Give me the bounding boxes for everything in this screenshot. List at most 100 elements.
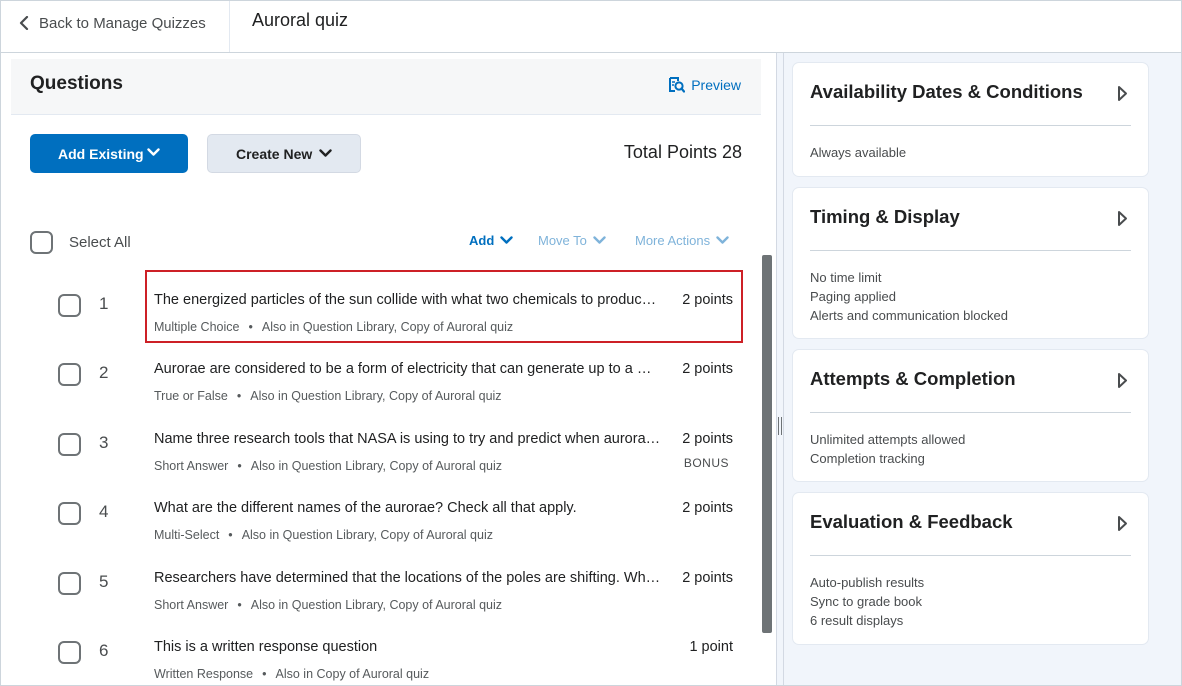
evaluation-feedback-card[interactable]: Evaluation & Feedback Auto-publish resul…	[792, 492, 1149, 645]
card-summary: No time limit Paging applied Alerts and …	[810, 268, 1008, 325]
card-summary-line: Always available	[810, 145, 907, 160]
card-divider	[810, 250, 1131, 251]
question-text[interactable]: Researchers have determined that the loc…	[154, 570, 662, 586]
question-also-in: Also in Question Library, Copy of Aurora…	[250, 459, 503, 473]
preview-label: Preview	[691, 76, 741, 93]
question-points: 2 points	[682, 500, 733, 516]
question-number: 1	[99, 294, 109, 313]
chevron-down-icon	[593, 236, 606, 244]
question-points: 2 points	[682, 431, 733, 447]
timing-display-card[interactable]: Timing & Display No time limit Paging ap…	[792, 187, 1149, 339]
question-row: 2 Aurorae are considered to be a form of…	[1, 349, 761, 411]
card-title: Availability Dates & Conditions	[810, 81, 1083, 102]
questions-scrollbar[interactable]	[762, 255, 772, 633]
question-points: 2 points	[682, 361, 733, 377]
card-summary-line: Auto-publish results	[810, 575, 925, 590]
question-number: 5	[99, 572, 109, 591]
question-meta: Written Response • Also in Copy of Auroral…	[154, 667, 430, 681]
select-all-label: Select All	[69, 234, 131, 251]
create-new-label: Create New	[236, 145, 313, 162]
question-checkbox[interactable]	[58, 433, 81, 456]
more-actions-menu[interactable]: More Actions	[635, 233, 729, 248]
questions-heading: Questions	[30, 73, 123, 94]
question-meta: Short Answer • Also in Question Library, C…	[154, 459, 503, 473]
add-action-menu[interactable]: Add	[469, 233, 513, 248]
create-new-button[interactable]: Create New	[207, 134, 361, 173]
question-number: 4	[99, 502, 109, 521]
question-text[interactable]: Name three research tools that NASA is u…	[154, 431, 662, 447]
card-summary: Unlimited attempts allowed Completion tr…	[810, 430, 965, 468]
card-summary-line: Sync to grade book	[810, 594, 923, 609]
question-meta: True or False • Also in Question Library, …	[154, 389, 502, 403]
question-checkbox[interactable]	[58, 502, 81, 525]
triangle-right-icon[interactable]	[1117, 210, 1128, 227]
question-number: 3	[99, 433, 109, 452]
availability-card[interactable]: Availability Dates & Conditions Always a…	[792, 62, 1149, 177]
more-actions-label: More Actions	[635, 233, 711, 248]
question-checkbox[interactable]	[58, 294, 81, 317]
card-divider	[810, 555, 1131, 556]
card-title: Evaluation & Feedback	[810, 511, 1013, 532]
splitter-grip-icon[interactable]	[778, 417, 782, 435]
back-link-label: Back to Manage Quizzes	[39, 14, 206, 32]
add-existing-button[interactable]: Add Existing	[30, 134, 188, 173]
preview-button[interactable]: Preview	[668, 76, 741, 93]
question-meta: Short Answer • Also in Question Library, C…	[154, 598, 503, 612]
card-summary: Always available	[810, 143, 906, 162]
question-also-in: Also in Copy of Auroral quiz	[275, 667, 430, 681]
question-text[interactable]: Aurorae are considered to be a form of e…	[154, 361, 662, 377]
question-also-in: Also in Question Library, Copy of Aurora…	[250, 389, 502, 403]
question-number: 6	[99, 641, 109, 660]
question-row: 5 Researchers have determined that the l…	[1, 558, 761, 620]
question-checkbox[interactable]	[58, 641, 81, 664]
question-also-in: Also in Question Library, Copy of Aurora…	[250, 598, 503, 612]
question-row: 3 Name three research tools that NASA is…	[1, 419, 761, 481]
panel-splitter[interactable]	[776, 53, 784, 685]
total-points: Total Points 28	[623, 142, 742, 162]
question-type: Short Answer	[154, 459, 229, 473]
triangle-right-icon[interactable]	[1117, 372, 1128, 389]
card-title: Attempts & Completion	[810, 368, 1016, 389]
chevron-down-icon	[319, 149, 332, 157]
question-type: Short Answer	[154, 598, 229, 612]
questions-panel: Questions Preview Add Existing Create Ne…	[1, 53, 776, 685]
card-summary-line: 6 result displays	[810, 613, 904, 628]
question-also-in: Also in Question Library, Copy of Aurora…	[241, 528, 493, 542]
back-to-manage-quizzes-link[interactable]: Back to Manage Quizzes	[19, 12, 206, 34]
question-points: 1 point	[689, 639, 733, 655]
card-summary-line: Alerts and communication blocked	[810, 308, 1008, 323]
select-all-checkbox[interactable]	[30, 231, 53, 254]
top-bar: Back to Manage Quizzes Auroral quiz	[1, 1, 1181, 53]
move-to-action-menu[interactable]: Move To	[538, 233, 606, 248]
question-checkbox[interactable]	[58, 363, 81, 386]
selected-question-highlight	[145, 270, 743, 343]
attempts-completion-card[interactable]: Attempts & Completion Unlimited attempts…	[792, 349, 1149, 482]
question-meta: Multi-Select • Also in Question Library, C…	[154, 528, 493, 542]
add-existing-label: Add Existing	[58, 145, 144, 162]
settings-panel: Availability Dates & Conditions Always a…	[784, 53, 1181, 685]
question-text[interactable]: This is a written response question	[154, 639, 662, 655]
card-divider	[810, 412, 1131, 413]
questions-header: Questions Preview	[11, 59, 761, 115]
question-number: 2	[99, 363, 109, 382]
preview-icon	[669, 77, 686, 93]
question-row: 4 What are the different names of the au…	[1, 488, 761, 550]
app-window: Back to Manage Quizzes Auroral quiz Ques…	[0, 0, 1182, 686]
triangle-right-icon[interactable]	[1117, 85, 1128, 102]
triangle-right-icon[interactable]	[1117, 515, 1128, 532]
select-all: Select All	[30, 231, 131, 254]
question-type: True or False	[154, 389, 228, 403]
question-points: 2 points	[682, 570, 733, 586]
chevron-down-icon	[147, 148, 160, 156]
card-summary-line: Paging applied	[810, 289, 897, 304]
move-to-label: Move To	[538, 233, 587, 248]
bonus-badge: BONUS	[683, 456, 729, 470]
chevron-down-icon	[716, 236, 729, 244]
card-summary-line: Completion tracking	[810, 451, 925, 466]
card-summary-line: No time limit	[810, 270, 882, 285]
question-text[interactable]: What are the different names of the auro…	[154, 500, 662, 516]
card-summary-line: Unlimited attempts allowed	[810, 432, 966, 447]
chevron-left-icon	[19, 16, 29, 30]
top-bar-divider	[229, 1, 230, 52]
question-checkbox[interactable]	[58, 572, 81, 595]
